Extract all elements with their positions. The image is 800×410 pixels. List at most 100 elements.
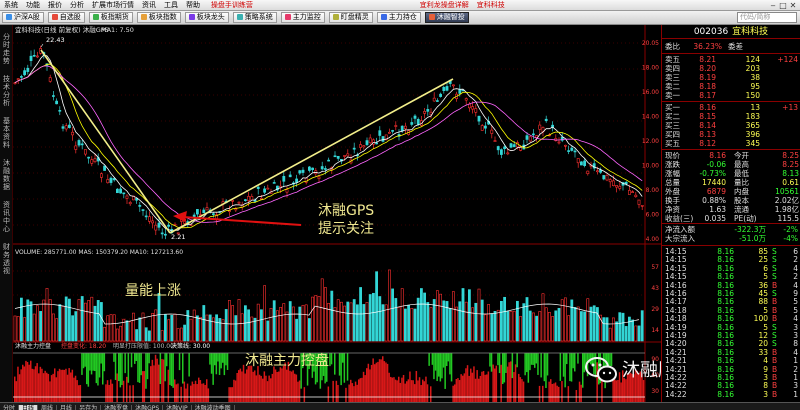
indicator-bar-red	[388, 372, 390, 402]
stat-value: 0.88%	[702, 196, 726, 205]
indicator-bar-red	[510, 361, 512, 402]
candle-body	[93, 158, 97, 162]
toolbar-button[interactable]: 自选股	[47, 12, 85, 23]
price-axis-label: 12.00	[642, 138, 659, 145]
left-tab[interactable]: 技术分析	[1, 75, 12, 107]
indicator-bar-red	[513, 372, 515, 402]
stock-search-input[interactable]: 代码/简称	[737, 12, 797, 23]
bottom-tab[interactable]: 沐融罗盘	[101, 405, 133, 410]
toolbar-button[interactable]: 板指期货	[88, 12, 133, 23]
volume-bar	[387, 269, 391, 342]
indicator-bar-green	[497, 353, 499, 366]
left-tab[interactable]: 财务透视	[1, 243, 12, 275]
volume-bar	[554, 310, 558, 342]
indicator-bar-green	[338, 353, 341, 376]
menu-item[interactable]: 帮助	[182, 0, 204, 10]
left-tab[interactable]: 分时走势	[1, 33, 12, 65]
indicator-bar-green	[124, 353, 126, 374]
bottom-tab[interactable]: 沐融GPS	[132, 405, 164, 410]
indicator-bar-red	[290, 371, 293, 402]
price-axis-label: 4.00	[646, 236, 660, 243]
volume-bar	[138, 317, 142, 342]
stat-label: 流通	[734, 205, 749, 214]
indicator-bar-green	[503, 353, 506, 383]
toolbar: 沪深A股 自选股 板指期货 板块指数 板块龙头 策略系统 主力监控 盯盘精灵 主力持仓 沐融智投	[0, 11, 800, 25]
price-axis-label: 6.00	[646, 212, 660, 219]
bottom-tab[interactable]: 沐融波动季图	[192, 405, 235, 410]
bottom-tab[interactable]: 分时	[0, 405, 20, 410]
candle-body	[435, 100, 439, 102]
menu-item[interactable]: 系统	[0, 0, 22, 10]
menu-item[interactable]: 分析	[66, 0, 88, 10]
toolbar-button[interactable]: 主力监控	[280, 12, 325, 23]
close-icon[interactable]: ✕	[788, 0, 798, 11]
indicator-bar-green	[97, 353, 99, 386]
bottom-tab[interactable]: 周线	[38, 405, 58, 410]
buy-volume: 365	[745, 121, 760, 130]
left-tab[interactable]: 基本资料	[1, 117, 12, 149]
volume-bar	[333, 307, 337, 342]
indicator-bar-green	[81, 353, 83, 375]
promo-link-right[interactable]: 宜利龙操盘详解	[260, 0, 473, 10]
buy-volume: 183	[745, 112, 760, 121]
volume-bar	[515, 300, 519, 342]
indicator-bar-green	[543, 353, 546, 382]
menu-item[interactable]: 扩展市场行情	[88, 0, 138, 10]
price-axis-label: 10.00	[642, 163, 659, 170]
stat-value: 2.02亿	[774, 196, 799, 205]
toolbar-button[interactable]: 主力持仓	[376, 12, 421, 23]
indicator-bar-red	[538, 385, 541, 402]
volume-bar	[551, 316, 555, 342]
toolbar-button[interactable]: 策略系统	[232, 12, 277, 23]
toolbar-button[interactable]: 沐融智投	[424, 12, 469, 23]
sell-price: 8.21	[699, 55, 716, 64]
bottom-tab[interactable]: 沐融VIP	[163, 405, 192, 410]
indicator-bar-red	[358, 379, 360, 402]
price-axis-label: 20.05	[642, 40, 659, 47]
indicator-bar-green	[119, 353, 122, 388]
volume-bar	[291, 306, 295, 342]
bottom-tab[interactable]: 月线	[57, 405, 77, 410]
candle-body	[307, 166, 311, 171]
indicator-header-control: 控盘变化: 18.20	[61, 342, 106, 350]
volume-bar	[541, 293, 545, 342]
menu-item[interactable]: 报价	[44, 0, 66, 10]
promo-link-left[interactable]: 操盘手训练营	[207, 0, 257, 10]
volume-bar	[77, 299, 81, 342]
indicator-bar-red	[417, 380, 419, 402]
promo-link-stock[interactable]: 宜科科技	[473, 0, 509, 10]
candle-body	[595, 170, 599, 173]
left-tab[interactable]: 资讯中心	[1, 201, 12, 233]
volume-bar	[522, 303, 526, 342]
menu-item[interactable]: 功能	[22, 0, 44, 10]
panel-title: 002036 宜科科技	[662, 25, 800, 39]
indicator-bar-red	[190, 385, 192, 402]
candle-body	[29, 55, 33, 61]
menu-item[interactable]: 资讯	[138, 0, 160, 10]
indicator-bar-red	[457, 378, 459, 402]
indicator-bar-red	[481, 371, 483, 402]
indicator-bar-green	[226, 353, 229, 370]
indicator-bar-red	[193, 384, 195, 402]
maximize-icon[interactable]: □	[778, 0, 788, 11]
tick-side: B	[772, 389, 778, 399]
candle-body	[544, 118, 548, 122]
menu-item[interactable]: 工具	[160, 0, 182, 10]
left-tab[interactable]: 沐融数据	[1, 159, 12, 191]
volume-bar	[477, 288, 481, 342]
indicator-bar-red	[382, 356, 384, 402]
toolbar-button[interactable]: 盯盘精灵	[328, 12, 373, 23]
toolbar-button[interactable]: 板块龙头	[184, 12, 229, 23]
indicator-header-limit: 明显打压限值: 100.00	[113, 342, 174, 350]
bottom-tab[interactable]: 另存为	[76, 405, 102, 410]
bottom-tab[interactable]: 日线	[19, 405, 39, 410]
indicator-header-decision: 决策线: 30.00	[171, 342, 210, 350]
indicator-bar-green	[145, 353, 147, 389]
minimize-icon[interactable]: ‒	[768, 0, 778, 11]
toolbar-button[interactable]: 沪深A股	[2, 12, 44, 23]
volume-bar	[483, 314, 487, 342]
annotation-arrow-head	[173, 211, 187, 222]
toolbar-button[interactable]: 板块指数	[136, 12, 181, 23]
indicator-bar-red	[385, 362, 387, 402]
stat-label: 今开	[734, 151, 749, 160]
